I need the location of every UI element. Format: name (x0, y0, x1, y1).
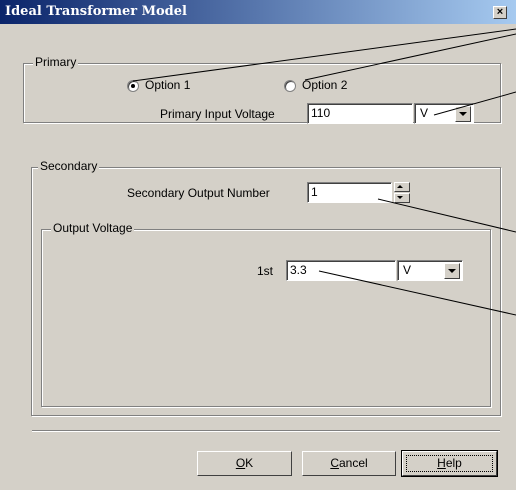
option1-radio[interactable] (127, 80, 139, 92)
cancel-label-rest: ancel (338, 456, 368, 470)
output-1st-voltage-field[interactable]: 3.3 (286, 260, 396, 281)
primary-unit-select[interactable]: V (414, 103, 474, 124)
dialog-window: Ideal Transformer Model × Primary Option… (0, 0, 516, 490)
spin-up-button[interactable] (394, 182, 410, 192)
window-title: Ideal Transformer Model (5, 4, 187, 19)
primary-legend: Primary (33, 55, 79, 69)
secondary-output-number-label: Secondary Output Number (127, 186, 270, 200)
primary-unit-dropdown-button[interactable] (455, 106, 471, 122)
arrow-down-icon (397, 196, 403, 199)
cancel-mnemonic: C (330, 456, 339, 470)
output-1st-label: 1st (257, 264, 274, 278)
output-voltage-legend: Output Voltage (51, 221, 135, 235)
button-separator (32, 430, 500, 432)
radio-selected-dot (131, 84, 135, 88)
ok-label-rest: K (245, 456, 254, 470)
close-button[interactable]: × (493, 6, 507, 19)
chevron-down-icon (448, 269, 456, 273)
option1-label[interactable]: Option 1 (145, 78, 190, 92)
primary-input-voltage-value: 110 (311, 106, 331, 120)
help-button[interactable]: Help (401, 450, 498, 477)
ok-mnemonic: O (235, 456, 246, 470)
secondary-output-number-field[interactable]: 1 (307, 182, 392, 203)
close-icon: × (496, 6, 504, 18)
output-1st-voltage-value: 3.3 (290, 263, 307, 277)
cancel-button[interactable]: Cancel (302, 451, 396, 476)
output-unit-dropdown-button[interactable] (444, 263, 460, 279)
spin-down-button[interactable] (394, 193, 410, 203)
output-1st-unit-select[interactable]: V (397, 260, 463, 281)
secondary-legend: Secondary (38, 159, 100, 173)
primary-input-voltage-label: Primary Input Voltage (160, 107, 275, 121)
option2-label[interactable]: Option 2 (302, 78, 347, 92)
arrow-up-icon (397, 185, 403, 188)
primary-input-voltage-field[interactable]: 110 (307, 103, 413, 124)
title-bar[interactable]: Ideal Transformer Model × (0, 0, 516, 24)
primary-unit-value: V (420, 106, 429, 120)
secondary-output-number-value: 1 (311, 185, 318, 199)
option2-radio[interactable] (284, 80, 296, 92)
output-voltage-group (41, 229, 491, 407)
chevron-down-icon (459, 112, 467, 116)
focus-rectangle (406, 455, 493, 472)
output-1st-unit-value: V (403, 263, 412, 277)
ok-button[interactable]: OK (197, 451, 292, 476)
